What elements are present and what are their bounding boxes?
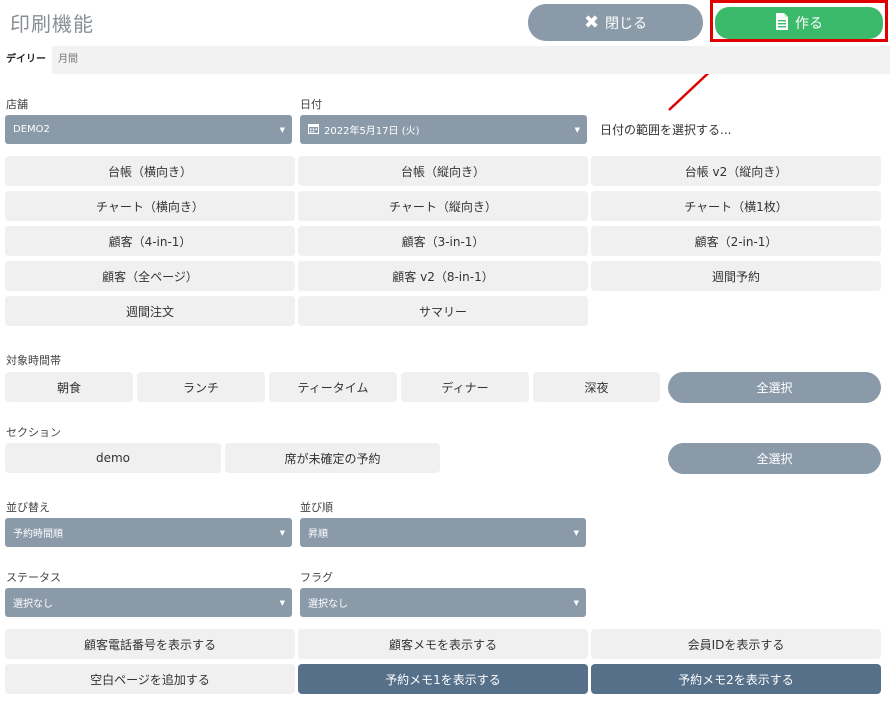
sort-value: 予約時間順: [13, 529, 63, 540]
document-icon: [775, 12, 789, 34]
status-label: ステータス: [6, 571, 61, 584]
timeslot-teatime[interactable]: ティータイム: [269, 372, 397, 402]
caret-down-icon: ▼: [574, 126, 580, 134]
timeslot-dinner[interactable]: ディナー: [401, 372, 529, 402]
toggle-show-reservation-memo1[interactable]: 予約メモ1を表示する: [298, 664, 588, 694]
store-value: DEMO2: [13, 124, 50, 135]
flag-label: フラグ: [300, 571, 333, 584]
timeslot-lunch[interactable]: ランチ: [137, 372, 265, 402]
report-customer-3in1[interactable]: 顧客（3-in-1）: [298, 226, 588, 256]
calendar-icon: [308, 123, 319, 137]
report-chart-landscape[interactable]: チャート（横向き）: [5, 191, 295, 221]
tab-daily[interactable]: デイリー: [0, 46, 52, 74]
store-select[interactable]: DEMO2 ▼: [5, 115, 292, 144]
caret-down-icon: ▼: [279, 599, 285, 607]
report-customer-v2-8in1[interactable]: 顧客 v2（8-in-1）: [298, 261, 588, 291]
create-button[interactable]: 作る: [715, 7, 883, 39]
report-summary[interactable]: サマリー: [298, 296, 588, 326]
tab-monthly[interactable]: 月間: [52, 46, 84, 74]
order-value: 昇順: [308, 529, 328, 540]
report-customer-2in1[interactable]: 顧客（2-in-1）: [591, 226, 881, 256]
page-title: 印刷機能: [10, 12, 94, 36]
tab-bar: デイリー 月間: [0, 46, 890, 74]
sections-label: セクション: [6, 426, 61, 439]
toggle-show-member-id[interactable]: 会員IDを表示する: [591, 629, 881, 659]
caret-down-icon: ▼: [279, 126, 285, 134]
report-customer-all[interactable]: 顧客（全ページ）: [5, 261, 295, 291]
toggle-add-blank-page[interactable]: 空白ページを追加する: [5, 664, 295, 694]
date-range-link[interactable]: 日付の範囲を選択する...: [600, 121, 731, 138]
caret-down-icon: ▼: [573, 599, 579, 607]
timeslot-latenight[interactable]: 深夜: [533, 372, 660, 402]
create-button-label: 作る: [795, 16, 823, 32]
close-button-label: 閉じる: [605, 15, 648, 32]
timeslots-select-all-button[interactable]: 全選択: [668, 372, 881, 403]
toggle-show-reservation-memo2[interactable]: 予約メモ2を表示する: [591, 664, 881, 694]
caret-down-icon: ▼: [573, 529, 579, 537]
order-select[interactable]: 昇順 ▼: [300, 518, 586, 547]
date-select[interactable]: 2022年5月17日 (火) ▼: [300, 115, 587, 144]
report-weekly-orders[interactable]: 週間注文: [5, 296, 295, 326]
sections-select-all-button[interactable]: 全選択: [668, 443, 881, 474]
sort-label: 並び替え: [6, 501, 50, 514]
order-label: 並び順: [300, 501, 333, 514]
section-unassigned[interactable]: 席が未確定の予約: [225, 443, 440, 473]
section-demo[interactable]: demo: [5, 443, 221, 473]
report-weekly-reservations[interactable]: 週間予約: [591, 261, 881, 291]
report-chart-single[interactable]: チャート（横1枚）: [591, 191, 881, 221]
report-customer-4in1[interactable]: 顧客（4-in-1）: [5, 226, 295, 256]
date-value: 2022年5月17日 (火): [324, 126, 420, 137]
store-label: 店舗: [6, 98, 28, 111]
timeslot-breakfast[interactable]: 朝食: [5, 372, 133, 402]
sort-select[interactable]: 予約時間順 ▼: [5, 518, 292, 547]
close-button[interactable]: ✖ 閉じる: [528, 4, 703, 41]
report-ledger-portrait[interactable]: 台帳（縦向き）: [298, 156, 588, 186]
flag-value: 選択なし: [308, 599, 348, 610]
report-chart-portrait[interactable]: チャート（縦向き）: [298, 191, 588, 221]
status-select[interactable]: 選択なし ▼: [5, 588, 292, 617]
report-ledger-landscape[interactable]: 台帳（横向き）: [5, 156, 295, 186]
toggle-show-phone[interactable]: 顧客電話番号を表示する: [5, 629, 295, 659]
toggle-show-customer-memo[interactable]: 顧客メモを表示する: [298, 629, 588, 659]
date-label: 日付: [300, 98, 322, 111]
flag-select[interactable]: 選択なし ▼: [300, 588, 586, 617]
timeslots-label: 対象時間帯: [6, 354, 61, 367]
caret-down-icon: ▼: [279, 529, 285, 537]
close-icon: ✖: [583, 12, 600, 33]
status-value: 選択なし: [13, 599, 53, 610]
report-ledger-v2-portrait[interactable]: 台帳 v2（縦向き）: [591, 156, 881, 186]
